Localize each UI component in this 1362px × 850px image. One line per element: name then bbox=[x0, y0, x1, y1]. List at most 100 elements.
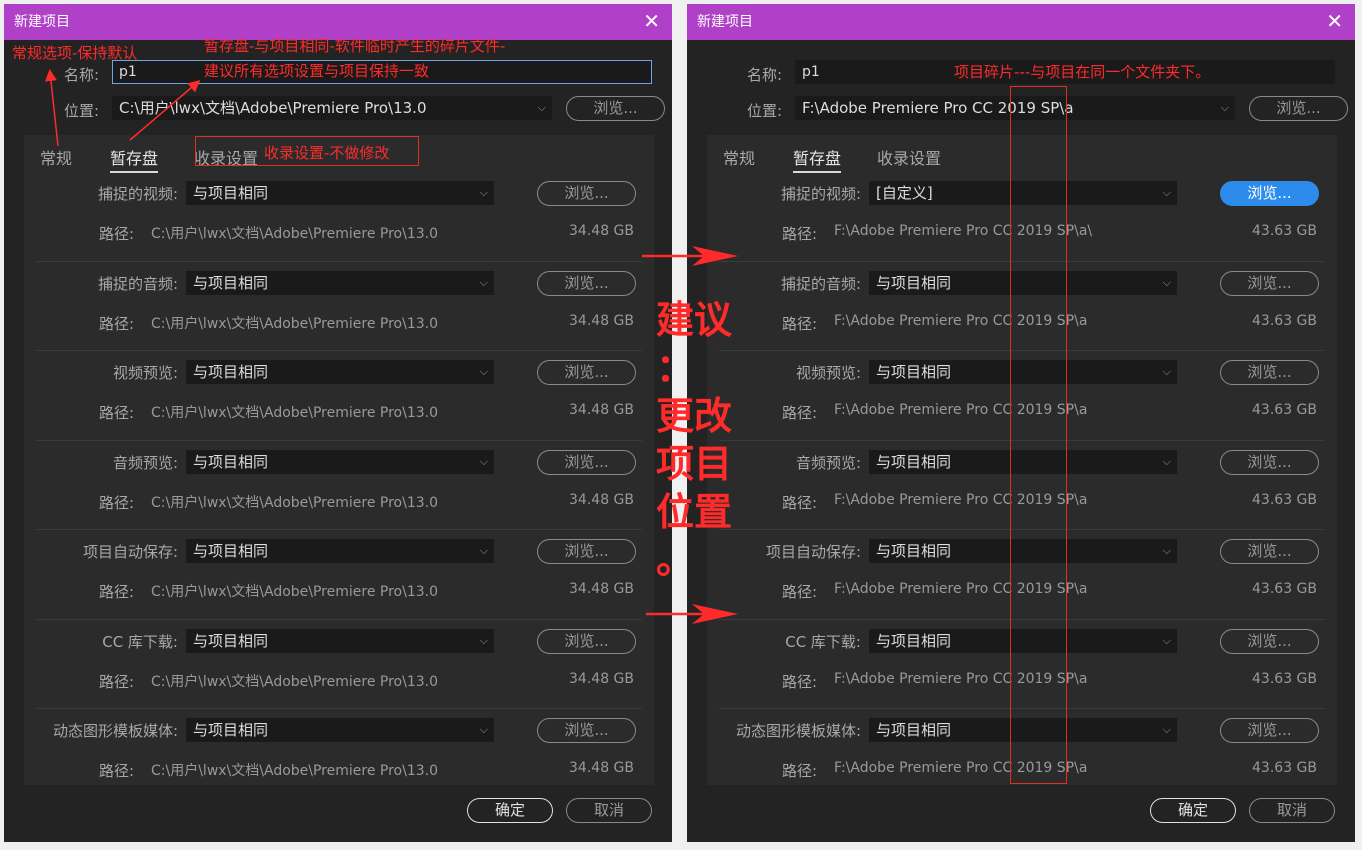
row-select[interactable]: 与项目相同 ⌵ bbox=[186, 270, 494, 295]
path-label: 路径: bbox=[98, 314, 134, 333]
location-value: C:\用户\lwx\文档\Adobe\Premiere Pro\13.0 bbox=[119, 99, 427, 117]
ok-button[interactable]: 确定 bbox=[1150, 798, 1236, 823]
row-select-value: 与项目相同 bbox=[193, 631, 269, 650]
annotation-path-column-box bbox=[1010, 86, 1067, 784]
row-divider bbox=[36, 618, 642, 620]
path-label: 路径: bbox=[98, 225, 134, 243]
scratch-disk-row: 视频预览: 与项目相同 ⌵ 浏览... 路径: C:\用户\lwx\文档\Adobe\Pr… bbox=[24, 350, 654, 439]
path-label: 路径: bbox=[781, 583, 817, 601]
row-select[interactable]: 与项目相同 ⌵ bbox=[186, 449, 494, 474]
row-label: CC 库下载: bbox=[102, 632, 178, 651]
path-label: 路径: bbox=[98, 762, 134, 780]
row-select-value: [自定义] bbox=[876, 184, 933, 202]
location-label: 位置: bbox=[64, 102, 100, 120]
row-browse-button[interactable]: 浏览... bbox=[1220, 360, 1319, 385]
row-divider bbox=[36, 529, 642, 530]
row-select-value: 与项目相同 bbox=[876, 721, 952, 739]
row-browse-button[interactable]: 浏览... bbox=[537, 539, 636, 564]
free-space: 34.48 GB bbox=[569, 402, 634, 418]
row-label: 动态图形模板媒体: bbox=[52, 722, 178, 740]
close-icon[interactable]: ✕ bbox=[1326, 4, 1343, 40]
row-label: 音频预览: bbox=[112, 453, 178, 472]
new-project-dialog-left: 新建项目 ✕ 名称: p1 位置: C:\用户\lwx\文档\Adobe\Pre… bbox=[4, 4, 672, 842]
annotation-fragments: 项目碎片---与项目在同一个文件夹下。 bbox=[954, 63, 1211, 81]
row-browse-button[interactable]: 浏览... bbox=[1220, 539, 1319, 564]
row-select[interactable]: 与项目相同 ⌵ bbox=[186, 628, 494, 653]
cancel-button[interactable]: 取消 bbox=[566, 798, 652, 823]
row-label: 捕捉的视频: bbox=[97, 185, 178, 203]
free-space: 43.63 GB bbox=[1252, 760, 1317, 776]
row-select-value: 与项目相同 bbox=[876, 363, 952, 381]
row-select-value: 与项目相同 bbox=[193, 363, 269, 381]
scratch-disk-row: 动态图形模板媒体: 与项目相同 ⌵ 浏览... 路径: C:\用户\lwx\文档\Adob… bbox=[24, 708, 654, 797]
free-space: 34.48 GB bbox=[569, 581, 634, 597]
tab-general[interactable]: 常规 bbox=[40, 145, 72, 169]
path-label: 路径: bbox=[98, 672, 134, 691]
row-browse-button[interactable]: 浏览... bbox=[537, 181, 636, 206]
row-browse-button[interactable]: 浏览... bbox=[1220, 181, 1319, 206]
free-space: 34.48 GB bbox=[569, 670, 634, 687]
row-divider bbox=[36, 260, 642, 262]
row-browse-button[interactable]: 浏览... bbox=[537, 360, 636, 385]
annotation-char: ： bbox=[656, 346, 695, 390]
free-space: 43.63 GB bbox=[1252, 670, 1317, 687]
row-browse-button[interactable]: 浏览... bbox=[1220, 718, 1319, 743]
row-select[interactable]: 与项目相同 ⌵ bbox=[186, 181, 494, 205]
tab-ingest-settings[interactable]: 收录设置 bbox=[877, 145, 941, 169]
annotation-scratch-line1: 暂存盘-与项目相同-软件临时产生的碎片文件- bbox=[204, 37, 506, 55]
location-browse-button[interactable]: 浏览... bbox=[566, 96, 665, 121]
chevron-down-icon: ⌵ bbox=[1162, 544, 1171, 557]
location-label: 位置: bbox=[747, 102, 783, 120]
row-divider bbox=[36, 439, 642, 441]
name-label: 名称: bbox=[747, 66, 783, 84]
chevron-down-icon: ⌵ bbox=[479, 633, 488, 647]
row-browse-button[interactable]: 浏览... bbox=[1220, 270, 1319, 296]
annotation-ingest: 收录设置-不做修改 bbox=[264, 144, 390, 162]
dialog-title: 新建项目 bbox=[687, 4, 1355, 40]
row-browse-button[interactable]: 浏览... bbox=[537, 449, 636, 475]
scratch-disk-row: 捕捉的视频: 与项目相同 ⌵ 浏览... 路径: C:\用户\lwx\文档\Adobe\P… bbox=[24, 171, 654, 260]
free-space: 34.48 GB bbox=[569, 312, 634, 329]
annotation-char: 更改 bbox=[656, 394, 733, 438]
tab-scratch-disks[interactable]: 暂存盘 bbox=[793, 145, 842, 173]
row-select[interactable]: 与项目相同 ⌵ bbox=[186, 539, 494, 563]
ok-button[interactable]: 确定 bbox=[467, 798, 553, 823]
cancel-button[interactable]: 取消 bbox=[1249, 798, 1335, 823]
annotation-char: 项目 bbox=[656, 442, 733, 486]
row-select[interactable]: 与项目相同 ⌵ bbox=[186, 718, 494, 742]
close-icon[interactable]: ✕ bbox=[643, 4, 660, 40]
name-label: 名称: bbox=[64, 66, 100, 84]
row-select-value: 与项目相同 bbox=[193, 452, 269, 471]
tab-scratch-disks[interactable]: 暂存盘 bbox=[110, 145, 159, 173]
location-browse-button[interactable]: 浏览... bbox=[1249, 96, 1348, 121]
scratch-disk-row: 音频预览: 与项目相同 ⌵ 浏览... 路径: C:\用户\lwx\文档\Adobe\Pr… bbox=[24, 439, 654, 529]
row-label: 捕捉的音频: bbox=[780, 274, 861, 293]
row-select-value: 与项目相同 bbox=[193, 542, 269, 560]
path-label: 路径: bbox=[98, 583, 134, 601]
row-browse-button[interactable]: 浏览... bbox=[537, 718, 636, 743]
row-label: 捕捉的音频: bbox=[97, 274, 178, 293]
free-space: 43.63 GB bbox=[1252, 491, 1317, 508]
free-space: 34.48 GB bbox=[569, 491, 634, 508]
chevron-down-icon: ⌵ bbox=[479, 365, 488, 378]
row-select-value: 与项目相同 bbox=[193, 184, 269, 202]
row-browse-button[interactable]: 浏览... bbox=[1220, 449, 1319, 475]
row-label: 视频预览: bbox=[112, 364, 178, 382]
row-browse-button[interactable]: 浏览... bbox=[537, 270, 636, 296]
chevron-down-icon: ⌵ bbox=[1162, 723, 1171, 736]
settings-panel: 常规 暂存盘 收录设置 捕捉的视频: 与项目相同 ⌵ 浏览... 路径: C:\用户\lw… bbox=[24, 135, 654, 785]
row-divider bbox=[36, 350, 642, 351]
row-label: CC 库下载: bbox=[785, 632, 861, 651]
path-value: C:\用户\lwx\文档\Adobe\Premiere Pro\13.0 bbox=[151, 763, 438, 779]
tab-general[interactable]: 常规 bbox=[723, 145, 755, 169]
chevron-down-icon: ⌵ bbox=[479, 723, 488, 736]
row-select-value: 与项目相同 bbox=[876, 273, 952, 292]
row-select[interactable]: 与项目相同 ⌵ bbox=[186, 360, 494, 384]
location-select[interactable]: C:\用户\lwx\文档\Adobe\Premiere Pro\13.0 ⌵ bbox=[112, 96, 552, 120]
row-browse-button[interactable]: 浏览... bbox=[1220, 628, 1319, 654]
chevron-down-icon: ⌵ bbox=[1162, 454, 1171, 468]
row-browse-button[interactable]: 浏览... bbox=[537, 628, 636, 654]
free-space: 43.63 GB bbox=[1252, 402, 1317, 418]
free-space: 34.48 GB bbox=[569, 760, 634, 776]
chevron-down-icon: ⌵ bbox=[1162, 186, 1171, 199]
